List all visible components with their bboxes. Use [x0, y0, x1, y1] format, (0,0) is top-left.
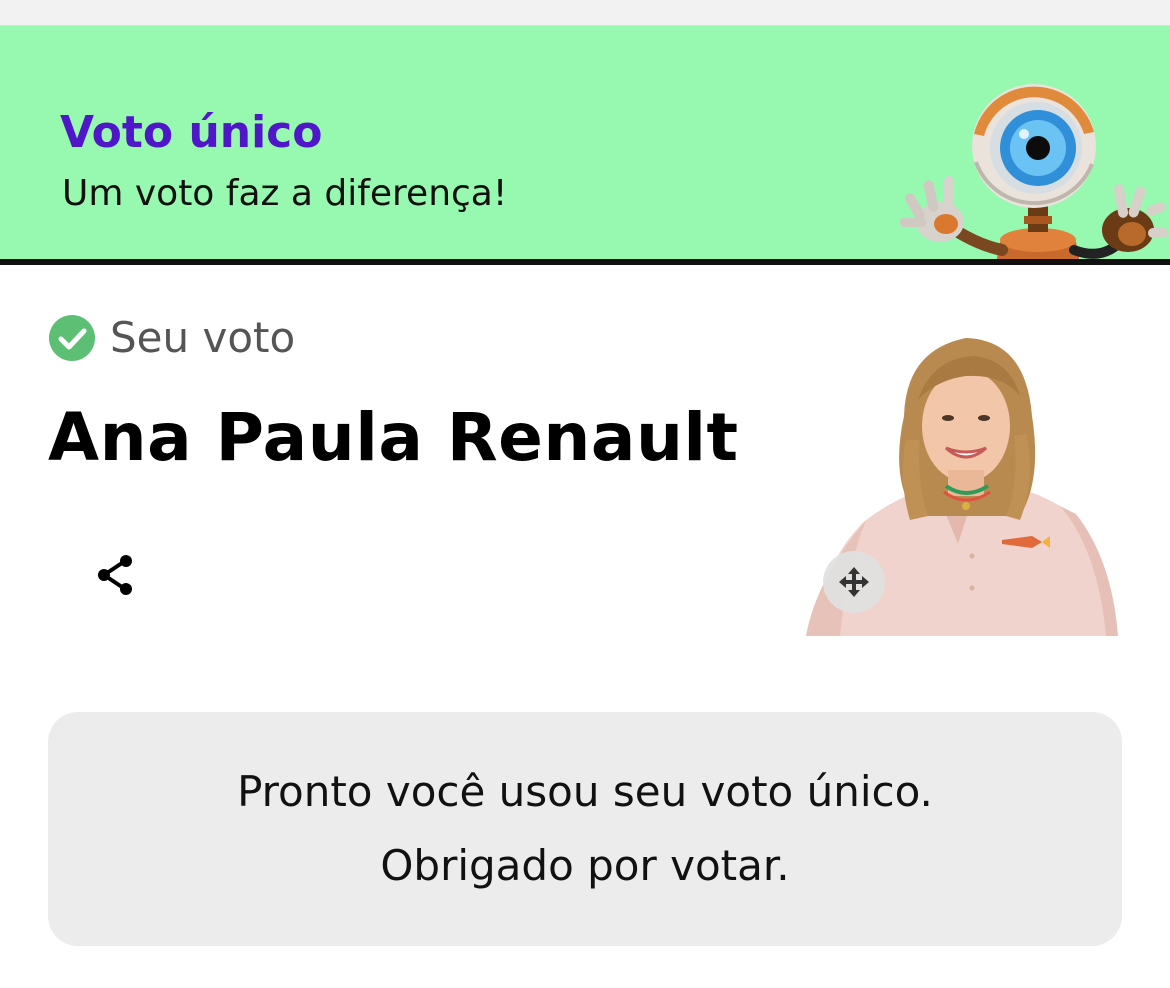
confirmation-line-1: Pronto você usou seu voto único.: [237, 767, 933, 816]
banner-title: Voto único: [60, 107, 323, 158]
check-circle-icon: [49, 315, 95, 361]
banner-divider: [0, 259, 1170, 265]
share-icon: [98, 555, 132, 595]
confirmation-line-2: Obrigado por votar.: [380, 841, 790, 890]
top-browser-strip: [0, 0, 1170, 26]
share-button[interactable]: [88, 548, 142, 602]
move-button[interactable]: [823, 551, 885, 613]
banner-subtitle: Um voto faz a diferença!: [62, 173, 508, 214]
vote-status: Seu voto: [48, 312, 295, 364]
vote-banner: Voto único Um voto faz a diferença!: [0, 26, 1170, 259]
vote-status-label: Seu voto: [110, 313, 296, 362]
confirmation-message: Pronto você usou seu voto único. Obrigad…: [48, 712, 1122, 946]
candidate-name: Ana Paula Renault: [48, 399, 739, 476]
move-arrows-icon: [839, 567, 869, 597]
mascot-robot-icon: [900, 84, 1168, 259]
